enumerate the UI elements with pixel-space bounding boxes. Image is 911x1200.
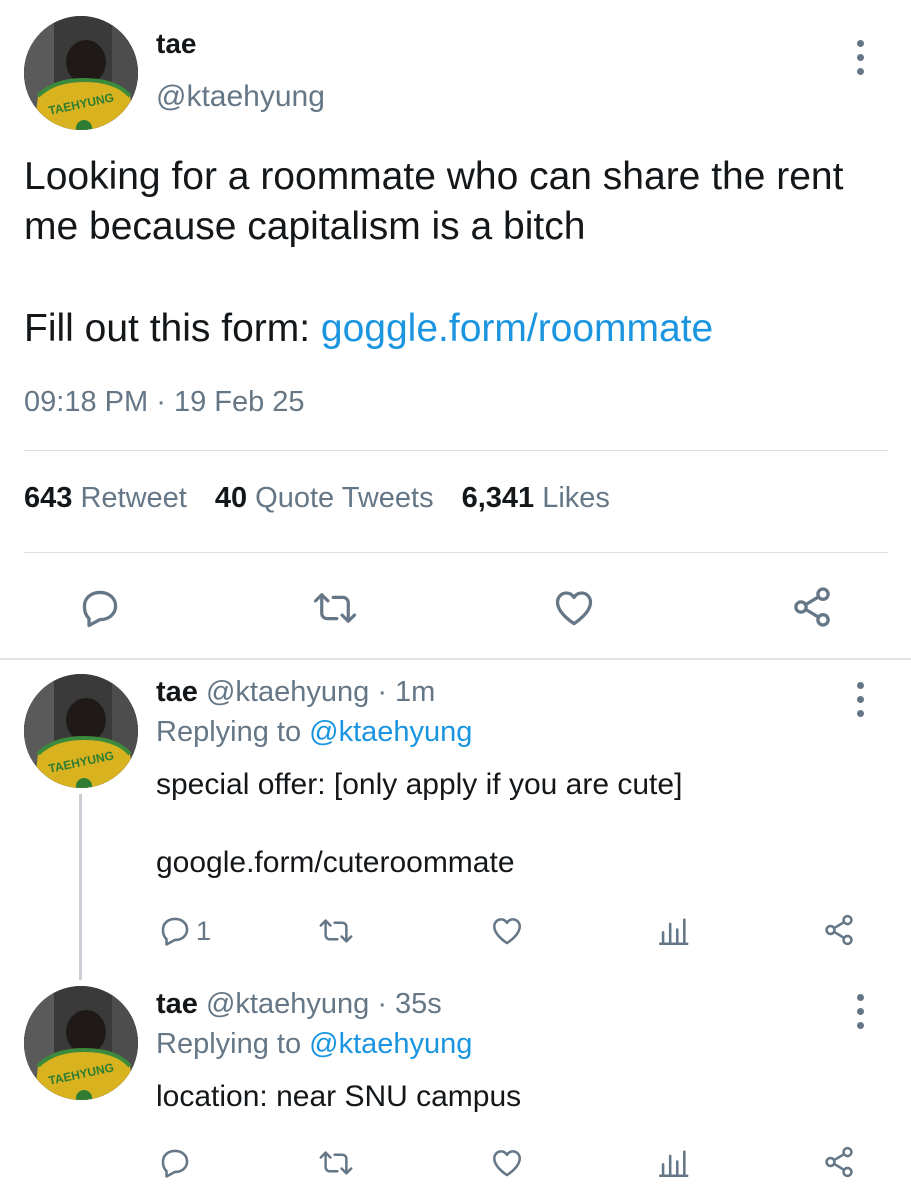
reply-handle: @ktaehyung [205,676,370,708]
share-icon[interactable] [822,912,856,948]
reply-header[interactable]: tae @ktaehyung · 1m [156,676,435,709]
reply-time: · 1m [377,676,436,708]
tweet-date: 19 Feb 25 [173,386,305,418]
tweet-time: 09:18 PM [24,386,149,418]
reply-header[interactable]: tae @ktaehyung · 35s [156,988,442,1021]
retweet-icon[interactable] [318,1146,354,1180]
reply-avatar[interactable] [24,986,138,1100]
reply-icon[interactable] [78,586,122,630]
reply-icon[interactable]: 1 [158,914,211,948]
more-options-icon[interactable] [850,40,870,75]
reply-text: location: near SNU campus [156,1080,522,1113]
reply-handle: @ktaehyung [205,988,370,1020]
reply-time: · 35s [377,988,442,1020]
reply-icon[interactable] [158,1146,192,1180]
replying-to: Replying to @ktaehyung [156,716,473,748]
more-options-icon[interactable] [850,682,870,717]
form-link[interactable]: goggle.form/roommate [321,307,713,350]
like-icon[interactable] [490,1146,524,1180]
share-icon[interactable] [790,584,834,630]
divider [24,450,888,451]
tweet-timestamp[interactable]: 09:18 PM · 19 Feb 25 [24,386,305,419]
share-icon[interactable] [822,1144,856,1180]
like-icon[interactable] [552,586,596,630]
tweet-text: Looking for a roommate who can share the… [24,155,844,248]
form-prefix: Fill out this form: [24,307,321,350]
section-divider [0,658,911,660]
avatar-image [24,986,138,1100]
more-options-icon[interactable] [850,994,870,1029]
reply-name: tae [156,988,198,1020]
avatar-image [24,674,138,788]
retweet-icon[interactable] [318,914,354,948]
divider [24,552,888,553]
display-name[interactable]: tae [156,28,196,60]
quotes-stat[interactable]: 40 Quote Tweets [215,482,434,515]
reply-count: 1 [196,915,212,946]
avatar-image [24,16,138,130]
analytics-icon[interactable] [656,1146,690,1180]
thread-line [79,794,82,980]
tweet-stats: 643 Retweet 40 Quote Tweets 6,341 Likes [24,482,610,515]
likes-stat[interactable]: 6,341 Likes [462,482,610,515]
reply-avatar[interactable] [24,674,138,788]
reply-name: tae [156,676,198,708]
time-separator: · [156,386,166,418]
profile-avatar[interactable] [24,16,138,130]
reply-link[interactable]: google.form/cuteroommate [156,846,515,880]
replying-to: Replying to @ktaehyung [156,1028,473,1060]
user-handle[interactable]: @ktaehyung [156,80,325,114]
replying-to-link[interactable]: @ktaehyung [309,716,472,748]
reply-text: special offer: [only apply if you are cu… [156,768,683,801]
tweet-form-line: Fill out this form: goggle.form/roommate [24,304,713,354]
analytics-icon[interactable] [656,914,690,948]
like-icon[interactable] [490,914,524,948]
replying-to-link[interactable]: @ktaehyung [309,1028,472,1060]
retweets-stat[interactable]: 643 Retweet [24,482,187,515]
retweet-icon[interactable] [312,586,358,630]
